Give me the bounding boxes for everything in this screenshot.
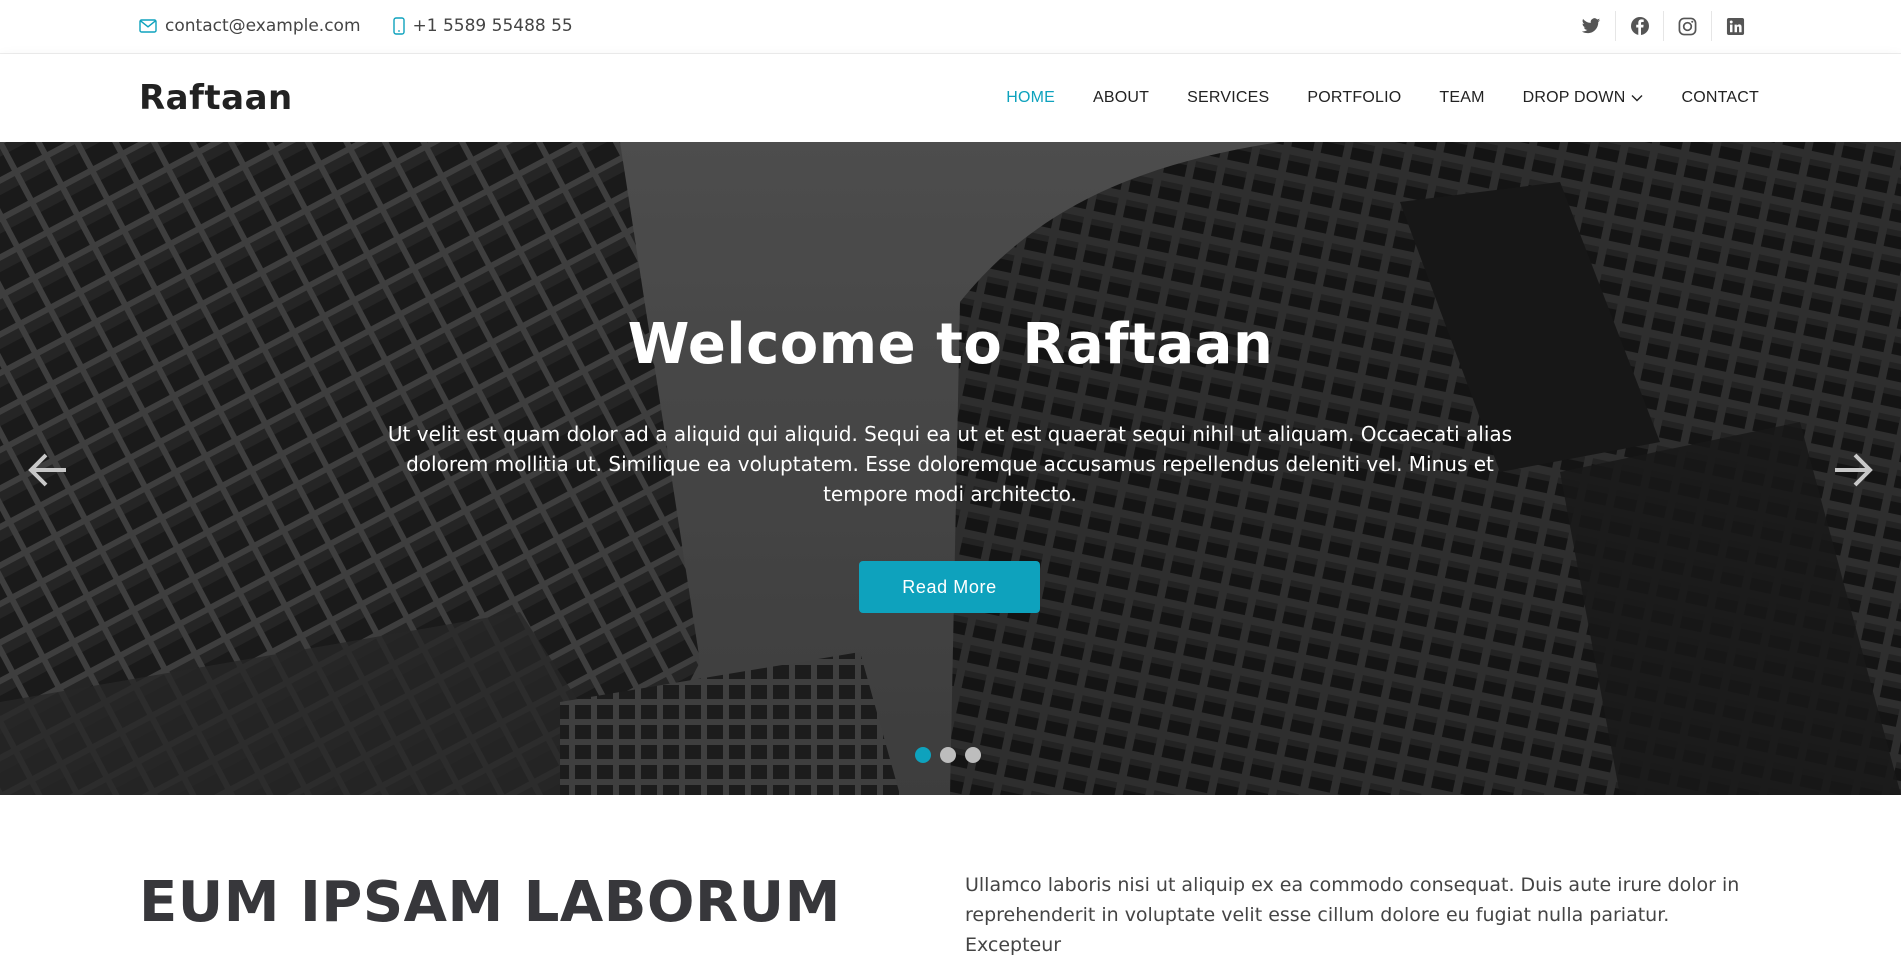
nav-team[interactable]: TEAM: [1439, 89, 1484, 107]
nav-team-label: TEAM: [1439, 89, 1485, 106]
nav-portfolio-label: PORTFOLIO: [1307, 89, 1402, 106]
read-more-button[interactable]: Read More: [859, 561, 1040, 613]
nav-home[interactable]: HOME: [1006, 89, 1055, 107]
phone-icon: [392, 17, 405, 35]
email-item[interactable]: contact@example.com: [139, 16, 361, 36]
email-text[interactable]: contact@example.com: [165, 16, 361, 36]
arrow-left-icon: [26, 450, 70, 494]
chevron-down-icon: [1631, 89, 1643, 107]
phone-item[interactable]: +1 5589 55488 55: [392, 16, 573, 36]
nav-about-label: ABOUT: [1093, 89, 1150, 106]
nav-contact-label: CONTACT: [1681, 89, 1759, 106]
arrow-right-icon: [1831, 450, 1875, 494]
linkedin-link[interactable]: [1711, 11, 1759, 41]
nav-services[interactable]: SERVICES: [1187, 89, 1269, 107]
twitter-icon: [1581, 17, 1601, 35]
top-bar: contact@example.com +1 5589 55488 55: [0, 0, 1901, 54]
site-logo[interactable]: Raftaan: [139, 54, 293, 142]
envelope-icon: [139, 19, 157, 33]
carousel-prev-button[interactable]: [18, 442, 78, 502]
hero-content: Welcome to Raftaan Ut velit est quam dol…: [0, 142, 1901, 795]
linkedin-icon: [1726, 17, 1745, 36]
carousel-next-button[interactable]: [1823, 442, 1883, 502]
instagram-link[interactable]: [1663, 11, 1711, 41]
nav-home-label: HOME: [1006, 89, 1056, 106]
carousel-dot-2[interactable]: [940, 747, 956, 763]
social-links: [1567, 0, 1759, 52]
nav-dropdown-label: DROP DOWN: [1522, 89, 1626, 106]
hero-description: Ut velit est quam dolor ad a aliquid qui…: [387, 422, 1513, 506]
site-header: Raftaan HOME ABOUT SERVICES PORTFOLIO TE…: [0, 54, 1901, 142]
nav-contact[interactable]: CONTACT: [1681, 89, 1759, 107]
twitter-link[interactable]: [1567, 11, 1615, 41]
contact-info: contact@example.com +1 5589 55488 55: [139, 0, 573, 52]
facebook-link[interactable]: [1615, 11, 1663, 41]
carousel-indicators: [915, 747, 981, 763]
carousel-dot-3[interactable]: [965, 747, 981, 763]
nav-services-label: SERVICES: [1187, 89, 1270, 106]
instagram-icon: [1678, 17, 1697, 36]
section-title: EUM IPSAM LABORUM: [139, 870, 841, 935]
nav-dropdown[interactable]: DROP DOWN: [1523, 89, 1644, 107]
facebook-icon: [1630, 16, 1650, 36]
hero-carousel: Welcome to Raftaan Ut velit est quam dol…: [0, 142, 1901, 795]
nav-about[interactable]: ABOUT: [1093, 89, 1149, 107]
section-text: Ullamco laboris nisi ut aliquip ex ea co…: [965, 874, 1740, 956]
main-navigation: HOME ABOUT SERVICES PORTFOLIO TEAM DROP …: [1006, 54, 1759, 142]
carousel-dot-1[interactable]: [915, 747, 931, 763]
phone-text[interactable]: +1 5589 55488 55: [413, 16, 573, 36]
hero-title: Welcome to Raftaan: [627, 312, 1274, 377]
nav-portfolio[interactable]: PORTFOLIO: [1307, 89, 1401, 107]
